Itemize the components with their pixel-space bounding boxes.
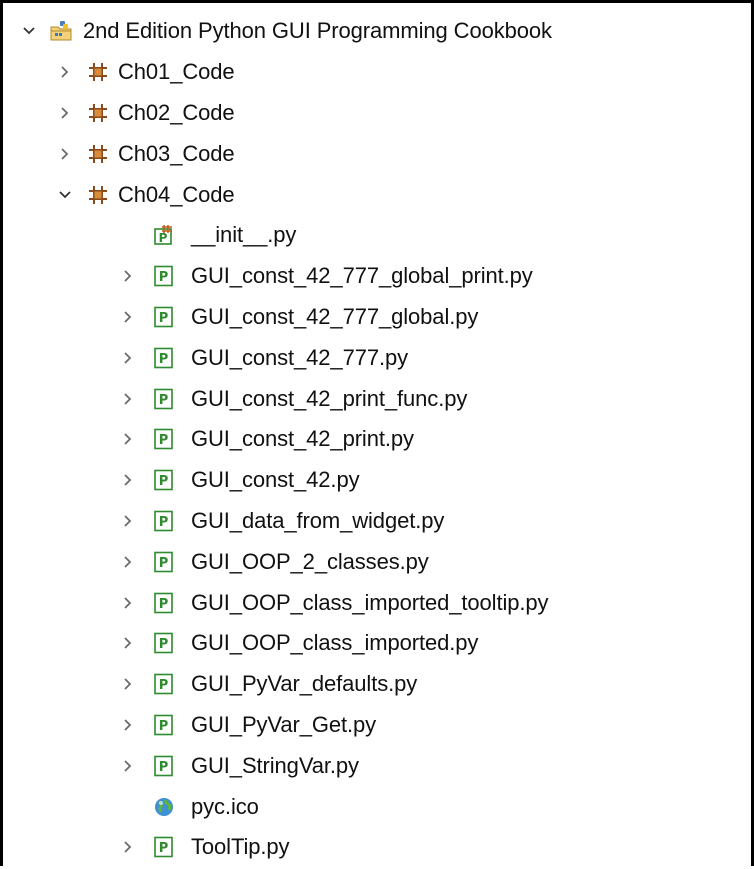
tree-item-label: GUI_const_42_777_global.py [191,303,479,329]
tree-item-label: GUI_StringVar.py [191,752,359,778]
tree-item-gui-pyvar-get-py[interactable]: P GUI_PyVar_Get.py [3,705,751,746]
chevron-right-icon[interactable] [121,840,135,854]
tree-item-tooltip-py[interactable]: P ToolTip.py [3,827,751,868]
chevron-right-icon[interactable] [121,514,135,528]
tree-item-ch03-code[interactable]: Ch03_Code [3,133,751,174]
tree-item-label: GUI_OOP_2_classes.py [191,548,429,574]
svg-text:P: P [159,637,169,652]
svg-text:P: P [159,597,169,612]
python-file-icon: P [153,551,175,573]
python-file-icon: P [153,388,175,410]
svg-text:P: P [159,270,169,285]
python-file-icon: P [153,592,175,614]
globe-icon [153,796,175,818]
project-explorer-panel: 2nd Edition Python GUI Programming Cookb… [0,0,754,866]
chevron-right-icon[interactable] [121,351,135,365]
tree-item-label: GUI_const_42_print_func.py [191,385,468,411]
svg-text:P: P [159,719,169,734]
tree-item-gui-data-from-widget-py[interactable]: P GUI_data_from_widget.py [3,501,751,542]
python-file-icon: P [153,673,175,695]
python-project-icon [49,19,73,43]
tree-item-project[interactable]: 2nd Edition Python GUI Programming Cookb… [3,11,751,52]
tree-item-label: Ch03_Code [118,140,235,166]
svg-text:P: P [159,841,169,856]
chevron-right-icon[interactable] [121,310,135,324]
tree-item-ch02-code[interactable]: Ch02_Code [3,93,751,134]
tree-item-label: ToolTip.py [191,834,290,860]
package-icon [87,102,109,124]
chevron-right-icon[interactable] [121,759,135,773]
svg-text:P: P [159,231,168,245]
tree-item-label: pyc.ico [191,793,259,819]
tree-item-gui-const-42-777-py[interactable]: P GUI_const_42_777.py [3,337,751,378]
svg-text:P: P [159,433,169,448]
svg-text:P: P [159,760,169,775]
chevron-right-icon[interactable] [121,555,135,569]
chevron-right-icon[interactable] [121,392,135,406]
python-file-icon: P [153,347,175,369]
tree-item-label: GUI_OOP_class_imported_tooltip.py [191,589,549,615]
project-tree: 2nd Edition Python GUI Programming Cookb… [3,11,751,868]
tree-item-init-py[interactable]: P __init__.py [3,215,751,256]
tree-item-gui-oop-class-imported-py[interactable]: P GUI_OOP_class_imported.py [3,623,751,664]
python-file-icon: P [153,469,175,491]
package-icon [87,61,109,83]
tree-item-ch04-code[interactable]: Ch04_Code [3,174,751,215]
python-file-icon: P [153,306,175,328]
tree-item-gui-const-42-print-py[interactable]: P GUI_const_42_print.py [3,419,751,460]
package-icon [87,143,109,165]
chevron-right-icon[interactable] [58,65,72,79]
chevron-down-icon[interactable] [58,188,72,202]
python-file-icon: P [153,714,175,736]
chevron-right-icon[interactable] [58,106,72,120]
chevron-down-icon[interactable] [22,24,36,38]
tree-item-gui-const-42-py[interactable]: P GUI_const_42.py [3,460,751,501]
tree-item-gui-const-42-print-func-py[interactable]: P GUI_const_42_print_func.py [3,378,751,419]
init-file-icon: P [153,224,175,246]
chevron-right-icon[interactable] [121,269,135,283]
chevron-right-icon[interactable] [121,596,135,610]
chevron-right-icon[interactable] [58,147,72,161]
tree-item-gui-oop-2-classes-py[interactable]: P GUI_OOP_2_classes.py [3,541,751,582]
python-file-icon: P [153,510,175,532]
svg-text:P: P [159,352,169,367]
svg-text:P: P [159,556,169,571]
python-file-icon: P [153,755,175,777]
tree-item-label: GUI_const_42_print.py [191,426,414,452]
tree-item-label: GUI_const_42_777_global_print.py [191,263,533,289]
tree-item-label: Ch01_Code [118,59,235,85]
tree-item-label: GUI_data_from_widget.py [191,507,445,533]
tree-item-gui-stringvar-py[interactable]: P GUI_StringVar.py [3,745,751,786]
python-file-icon: P [153,836,175,858]
tree-item-gui-const-42-777-global-print-py[interactable]: P GUI_const_42_777_global_print.py [3,256,751,297]
tree-item-label: GUI_OOP_class_imported.py [191,630,479,656]
svg-text:P: P [159,393,169,408]
package-icon [87,184,109,206]
tree-item-label: Ch04_Code [118,181,235,207]
tree-item-gui-oop-class-imported-tooltip-py[interactable]: P GUI_OOP_class_imported_tooltip.py [3,582,751,623]
svg-text:P: P [159,311,169,326]
tree-item-label: 2nd Edition Python GUI Programming Cookb… [83,18,552,44]
tree-item-gui-pyvar-defaults-py[interactable]: P GUI_PyVar_defaults.py [3,664,751,705]
svg-text:P: P [159,515,169,530]
tree-item-ch01-code[interactable]: Ch01_Code [3,52,751,93]
python-file-icon: P [153,265,175,287]
tree-item-label: __init__.py [191,222,297,248]
tree-item-label: Ch02_Code [118,99,235,125]
python-file-icon: P [153,632,175,654]
chevron-right-icon[interactable] [121,718,135,732]
tree-item-label: GUI_const_42.py [191,467,360,493]
tree-item-label: GUI_const_42_777.py [191,344,409,370]
chevron-right-icon[interactable] [121,636,135,650]
tree-item-label: GUI_PyVar_defaults.py [191,671,418,697]
chevron-right-icon[interactable] [121,432,135,446]
python-file-icon: P [153,428,175,450]
tree-item-gui-const-42-777-global-py[interactable]: P GUI_const_42_777_global.py [3,297,751,338]
tree-item-pyc-ico[interactable]: pyc.ico [3,786,751,827]
chevron-right-icon[interactable] [121,677,135,691]
tree-item-label: GUI_PyVar_Get.py [191,711,377,737]
svg-text:P: P [159,678,169,693]
svg-text:P: P [159,474,169,489]
chevron-right-icon[interactable] [121,473,135,487]
